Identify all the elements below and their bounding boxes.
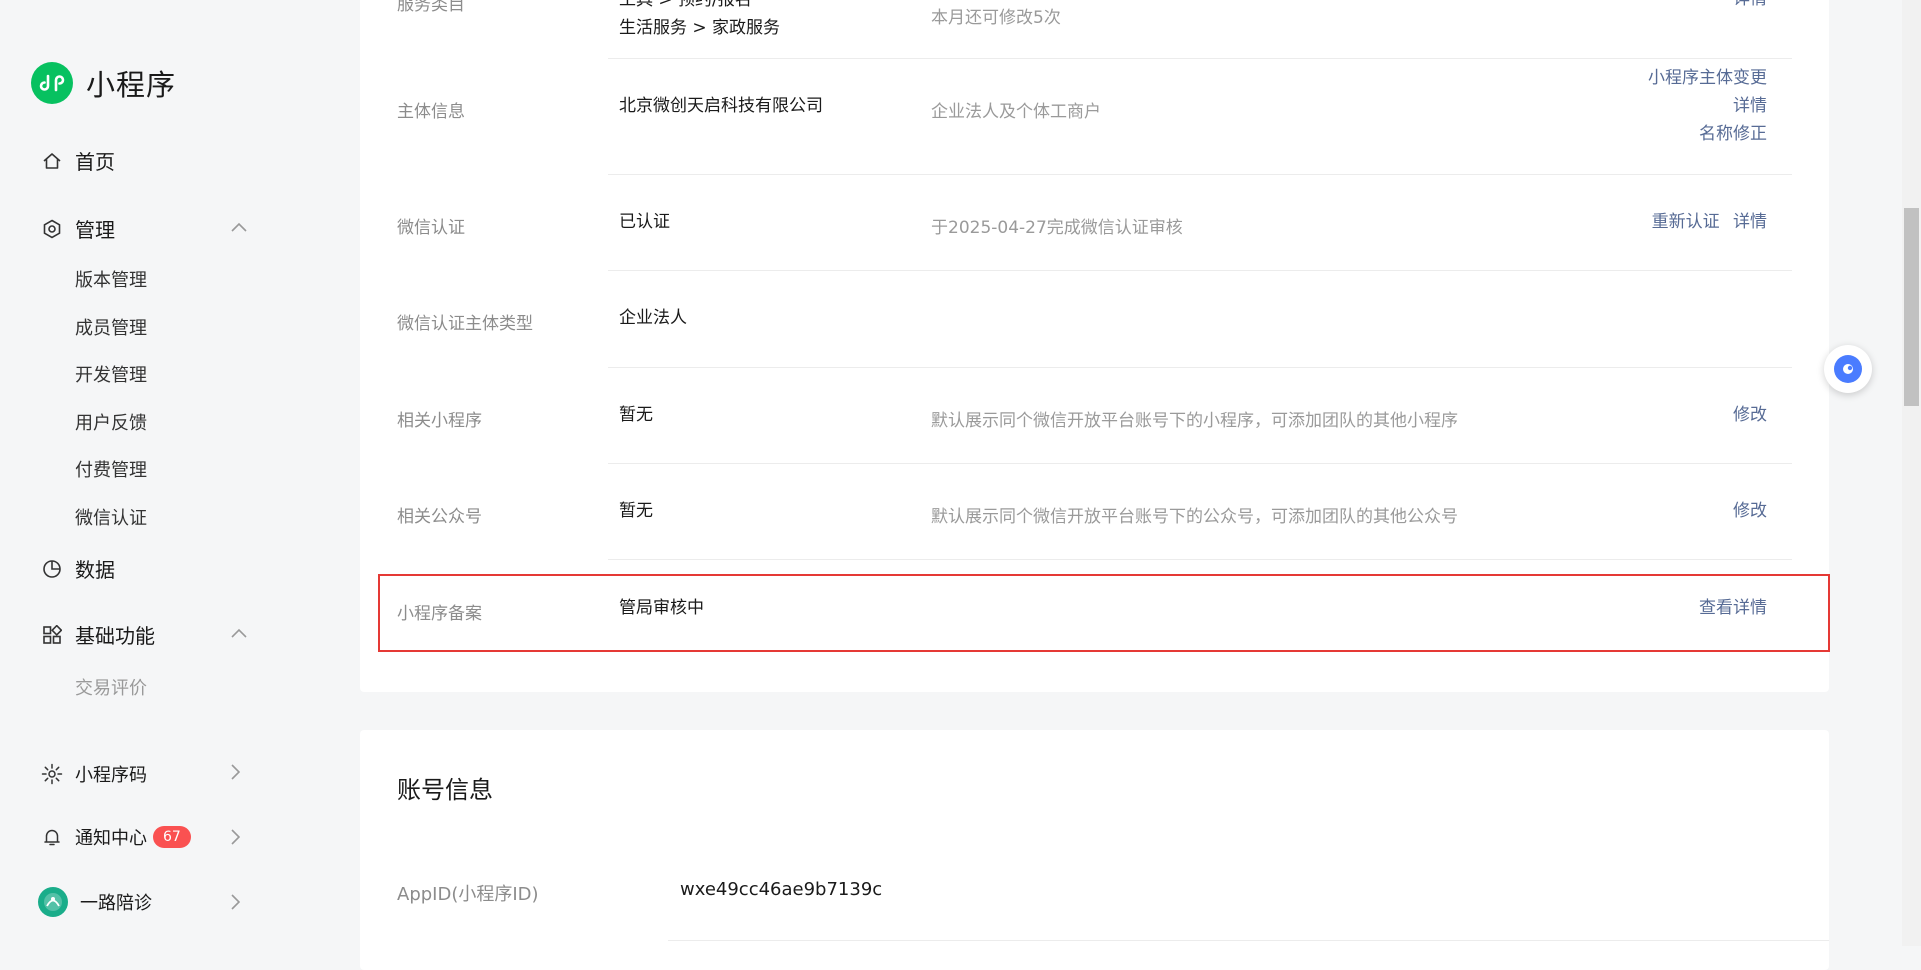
- chevron-right-icon[interactable]: [226, 763, 244, 781]
- filing-highlight-box: [378, 574, 1830, 652]
- manage-icon: [41, 218, 63, 240]
- nav-wechat-verify[interactable]: 微信认证: [75, 504, 147, 530]
- account-info-title: 账号信息: [397, 776, 493, 804]
- nav-basic-features-label: 基础功能: [75, 624, 155, 648]
- divider: [608, 559, 1792, 560]
- nav-home-label: 首页: [75, 150, 115, 174]
- grid-icon: [41, 624, 63, 646]
- scrollbar-thumb[interactable]: [1904, 208, 1919, 406]
- wechat-verify-value: 已认证: [619, 212, 670, 232]
- chevron-right-icon[interactable]: [226, 893, 244, 911]
- entity-info-value: 北京微创天启科技有限公司: [619, 96, 823, 116]
- verify-entity-type-value: 企业法人: [619, 308, 687, 328]
- category-line-2: 生活服务 > 家政服务: [619, 18, 781, 38]
- name-correction-link[interactable]: 名称修正: [1699, 124, 1767, 144]
- entity-info-label: 主体信息: [397, 102, 465, 122]
- related-miniprograms-value: 暂无: [619, 405, 653, 425]
- sun-code-icon: [41, 763, 63, 785]
- nav-payment-management[interactable]: 付费管理: [75, 456, 147, 482]
- account-info-card: 账号信息 AppID(小程序ID) wxe49cc46ae9b7139c: [360, 730, 1829, 970]
- appid-label: AppID(小程序ID): [397, 884, 539, 905]
- nav-version-management[interactable]: 版本管理: [75, 266, 147, 292]
- app-name: 小程序: [86, 68, 177, 102]
- reverify-link[interactable]: 重新认证: [1652, 212, 1720, 232]
- chevron-right-icon[interactable]: [226, 828, 244, 846]
- related-official-accounts-edit-link[interactable]: 修改: [1733, 501, 1767, 521]
- chat-bubble-icon: [1834, 355, 1862, 383]
- nav-basic-features[interactable]: 基础功能: [41, 620, 155, 649]
- nav-user-feedback[interactable]: 用户反馈: [75, 409, 147, 435]
- entity-change-link[interactable]: 小程序主体变更: [1648, 68, 1767, 88]
- divider: [608, 58, 1792, 59]
- service-category-detail-link[interactable]: 详情: [1733, 0, 1767, 9]
- related-official-accounts-label: 相关公众号: [397, 507, 482, 527]
- category-line-1: 工具 > 预约/报名: [619, 0, 752, 10]
- entity-detail-link[interactable]: 详情: [1733, 96, 1767, 116]
- service-category-value: 工具 > 预约/报名 生活服务 > 家政服务: [619, 0, 780, 42]
- nav-miniprogram-code-label: 小程序码: [75, 765, 147, 786]
- wechat-verify-actions: 重新认证 详情: [1652, 208, 1767, 236]
- account-name: 一路陪诊: [80, 893, 152, 914]
- wechat-verify-desc: 于2025-04-27完成微信认证审核: [931, 218, 1183, 238]
- nav-manage-label: 管理: [75, 218, 115, 242]
- service-category-desc: 本月还可修改5次: [931, 8, 1061, 28]
- nav-transaction-review[interactable]: 交易评价: [75, 674, 147, 700]
- wechat-verify-label: 微信认证: [397, 218, 465, 238]
- related-miniprograms-desc: 默认展示同个微信开放平台账号下的小程序，可添加团队的其他小程序: [931, 411, 1458, 431]
- divider: [608, 367, 1792, 368]
- entity-info-desc: 企业法人及个体工商户: [931, 102, 1101, 122]
- appid-value: wxe49cc46ae9b7139c: [680, 879, 883, 900]
- divider: [608, 174, 1792, 175]
- divider: [608, 270, 1792, 271]
- nav-account[interactable]: 一路陪诊: [38, 887, 152, 917]
- vertical-scrollbar[interactable]: [1902, 0, 1921, 946]
- nav-manage[interactable]: 管理: [41, 214, 115, 243]
- nav-member-management[interactable]: 成员管理: [75, 314, 147, 340]
- floating-assistant-button[interactable]: [1824, 345, 1872, 393]
- wechat-verify-detail-link[interactable]: 详情: [1733, 212, 1767, 232]
- service-category-label: 服务类目: [397, 0, 465, 15]
- related-official-accounts-value: 暂无: [619, 501, 653, 521]
- entity-info-actions: 小程序主体变更 详情 名称修正: [1648, 64, 1767, 148]
- related-official-accounts-actions: 修改: [1733, 497, 1767, 525]
- avatar: [38, 887, 68, 917]
- pie-chart-icon: [41, 558, 63, 580]
- related-miniprograms-label: 相关小程序: [397, 411, 482, 431]
- nav-dev-management[interactable]: 开发管理: [75, 361, 147, 387]
- app-logo[interactable]: 小程序: [31, 62, 176, 104]
- divider: [668, 940, 1829, 941]
- chevron-up-icon[interactable]: [230, 624, 248, 642]
- related-miniprograms-actions: 修改: [1733, 401, 1767, 429]
- nav-data[interactable]: 数据: [41, 554, 115, 583]
- related-official-accounts-desc: 默认展示同个微信开放平台账号下的公众号，可添加团队的其他公众号: [931, 507, 1458, 527]
- notification-count-badge: 67: [153, 826, 191, 848]
- nav-data-label: 数据: [75, 558, 115, 582]
- verify-entity-type-label: 微信认证主体类型: [397, 314, 533, 334]
- service-category-actions: 详情: [1733, 0, 1767, 13]
- divider: [608, 463, 1792, 464]
- chevron-up-icon[interactable]: [230, 218, 248, 236]
- nav-miniprogram-code[interactable]: 小程序码: [41, 761, 147, 787]
- nav-notification-center[interactable]: 通知中心 67: [41, 824, 191, 850]
- miniprogram-logo-icon: [31, 62, 73, 104]
- related-miniprograms-edit-link[interactable]: 修改: [1733, 405, 1767, 425]
- bell-icon: [41, 826, 63, 848]
- home-icon: [41, 150, 63, 172]
- nav-home[interactable]: 首页: [41, 146, 115, 175]
- nav-notification-center-label: 通知中心: [75, 828, 147, 849]
- sidebar: 小程序 首页 管理 版本管理 成员管理 开发管理 用户反馈 付费管理 微信认证 …: [0, 0, 340, 946]
